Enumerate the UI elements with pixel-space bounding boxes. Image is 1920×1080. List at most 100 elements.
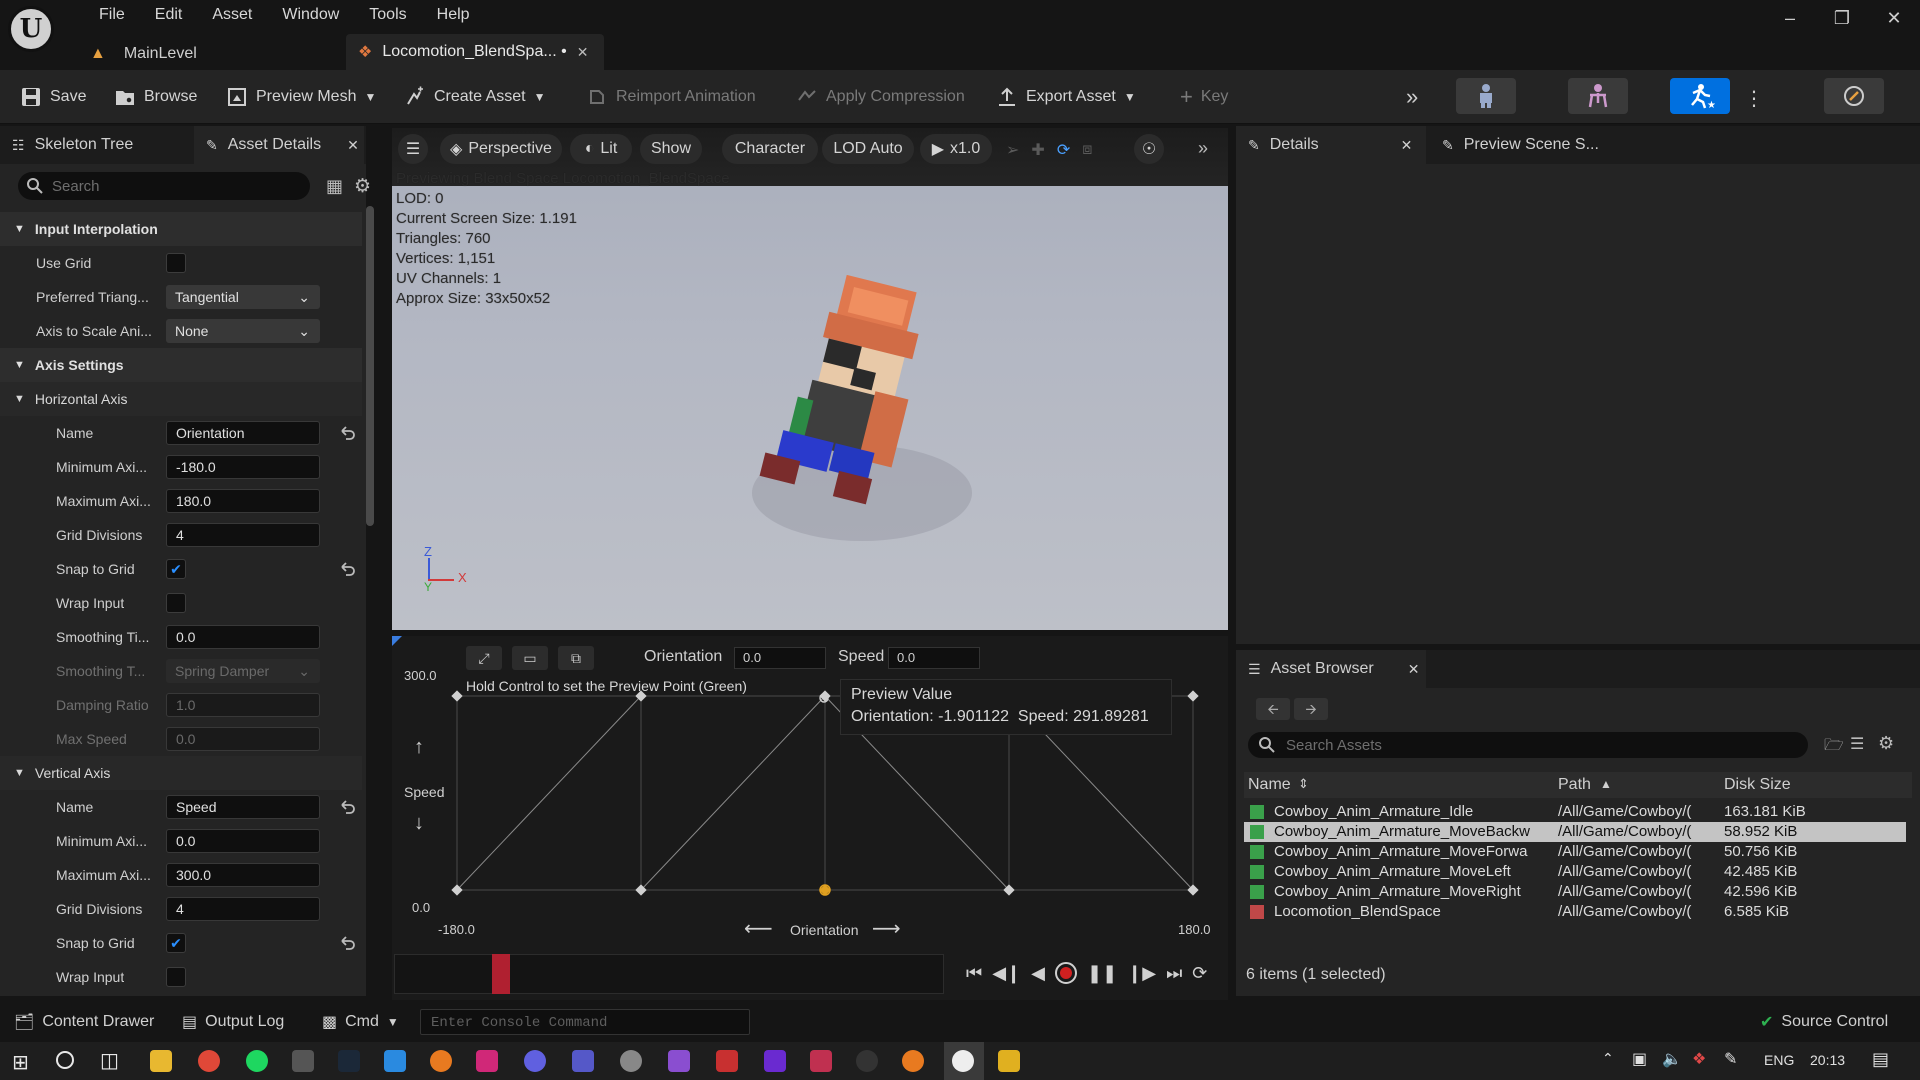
table-view-icon[interactable]: ▦ [326,176,343,197]
v-grid-input[interactable]: 4 [166,897,320,921]
asset-search-input[interactable]: Search Assets [1248,732,1808,758]
camera-button[interactable]: ☉ [1134,134,1164,164]
output-log-button[interactable]: ▤ Output Log [182,1012,284,1032]
search-taskbar-icon[interactable] [56,1051,74,1069]
reset-arrow-icon[interactable] [338,424,356,442]
h-smooth-type-dropdown[interactable]: Spring Damper ⌄ [166,659,320,683]
back-arrow-icon[interactable]: 🡨 [1256,698,1290,720]
unreal-logo-icon[interactable]: U [8,6,54,52]
reset-arrow-icon[interactable] [338,798,356,816]
reset-arrow-icon[interactable] [338,560,356,578]
lit-button[interactable]: ◐ Lit [570,134,632,164]
h-name-input[interactable]: Orientation [166,421,320,445]
group-vertical-axis[interactable]: ▼ Vertical Axis [0,756,362,790]
preferred-triangulation-dropdown[interactable]: Tangential ⌄ [166,285,320,309]
speed-input[interactable]: 0.0 [888,647,980,669]
menu-help[interactable]: Help [422,6,485,24]
folder-icon[interactable]: 🗁 [1824,734,1844,761]
export-asset-button[interactable]: Export Asset ▼ [996,70,1136,124]
blender-icon[interactable] [430,1050,452,1072]
h-smooth-time-input[interactable]: 0.0 [166,625,320,649]
spotify-icon[interactable] [246,1050,268,1072]
restore-button[interactable]: ❐ [1822,8,1862,32]
play-reverse-icon[interactable]: ◀ [1031,963,1045,984]
pen-icon[interactable]: ✎ [1724,1049,1737,1069]
v-snap-checkbox[interactable]: ✔ [166,933,186,953]
tab-asset-details[interactable]: ✎ Asset Details ✕ [194,126,364,164]
reimport-animation-button[interactable]: Reimport Animation [586,70,756,124]
network-icon[interactable]: ▣ [1632,1049,1647,1069]
show-button[interactable]: Show [640,134,702,164]
terminal-app-icon[interactable] [292,1050,314,1072]
app-icon[interactable] [716,1050,738,1072]
lod-auto-button[interactable]: LOD Auto [822,134,914,164]
tab-preview-scene[interactable]: ✎ Preview Scene S... [1430,126,1630,164]
steam-icon[interactable] [338,1050,360,1072]
tray-chevron-icon[interactable]: ⌃ [1602,1050,1614,1067]
app-icon[interactable] [856,1050,878,1072]
v-min-input[interactable]: 0.0 [166,829,320,853]
physics-mode-button[interactable] [1824,78,1884,114]
tab-asset-browser[interactable]: ☰ Asset Browser ✕ [1236,650,1426,688]
loop-icon[interactable]: ⟳ [1192,963,1207,984]
skeleton-mode-button[interactable] [1456,78,1516,114]
source-control-button[interactable]: ✔ Source Control [1760,1012,1888,1032]
filter-icon[interactable]: ☰ [1850,734,1864,754]
menu-tools[interactable]: Tools [354,6,421,24]
console-command-input[interactable]: Enter Console Command [420,1009,750,1035]
animation-mode-button[interactable]: ★ [1670,78,1730,114]
vscode-icon[interactable] [384,1050,406,1072]
h-damping-input[interactable]: 1.0 [166,693,320,717]
select-icon[interactable]: ➢ [1006,140,1019,160]
category-axis-settings[interactable]: ▼ Axis Settings [0,348,362,382]
scale-icon[interactable]: ⧈ [1082,141,1092,159]
minimize-button[interactable]: – [1770,8,1810,32]
windows-start-icon[interactable]: ⊞ [12,1050,29,1075]
table-row[interactable]: Cowboy_Anim_Armature_Idle/All/Game/Cowbo… [1244,802,1906,822]
save-button[interactable]: Save [20,70,86,124]
h-min-input[interactable]: -180.0 [166,455,320,479]
gear-icon[interactable]: ⚙ [354,175,371,198]
browse-button[interactable]: Browse [114,70,197,124]
dropbox-icon[interactable]: ❖ [1692,1049,1706,1069]
chrome-icon[interactable] [198,1050,220,1072]
close-tab-icon[interactable]: ✕ [577,44,589,61]
scrollbar[interactable] [366,206,374,526]
app-icon[interactable] [524,1050,546,1072]
gear-icon[interactable]: ⚙ [1878,733,1894,754]
app-icon[interactable] [810,1050,832,1072]
menu-window[interactable]: Window [267,6,354,24]
timeline-track[interactable] [394,954,944,994]
file-explorer-icon[interactable] [150,1050,172,1072]
perspective-button[interactable]: ◈ Perspective [440,134,562,164]
column-path[interactable]: Path [1558,776,1591,794]
apply-compression-button[interactable]: Apply Compression [796,70,965,124]
pause-icon[interactable]: ❚❚ [1087,963,1117,984]
language-indicator[interactable]: ENG [1764,1052,1794,1068]
forward-arrow-icon[interactable]: 🡪 [1294,698,1328,720]
blender-icon[interactable] [902,1050,924,1072]
table-row[interactable]: Cowboy_Anim_Armature_MoveForwa/All/Game/… [1244,842,1906,862]
orientation-input[interactable]: 0.0 [734,647,826,669]
character-button[interactable]: Character [722,134,818,164]
v-name-input[interactable]: Speed [166,795,320,819]
use-grid-checkbox[interactable] [166,253,186,273]
h-snap-checkbox[interactable]: ✔ [166,559,186,579]
rotate-icon[interactable]: ⟳ [1057,140,1070,160]
viewport-menu-button[interactable]: ☰ [398,134,428,164]
group-horizontal-axis[interactable]: ▼ Horizontal Axis [0,382,362,416]
unreal-engine-icon[interactable] [952,1050,974,1072]
triangulation-toggle-icon[interactable]: ⤢ [466,646,502,670]
task-view-icon[interactable]: ◫ [100,1048,119,1073]
menu-file[interactable]: File [84,6,140,24]
translate-icon[interactable]: ✚ [1031,140,1044,160]
reset-arrow-icon[interactable] [338,934,356,952]
preview-viewport[interactable]: ☰ ◈ Perspective ◐ Lit Show Character LOD A… [392,128,1228,630]
category-input-interpolation[interactable]: ▼ Input Interpolation [0,212,362,246]
search-input[interactable]: Search [18,172,310,200]
app-icon[interactable] [998,1050,1020,1072]
h-max-input[interactable]: 180.0 [166,489,320,513]
table-row[interactable]: Cowboy_Anim_Armature_MoveLeft/All/Game/C… [1244,862,1906,882]
step-back-icon[interactable]: ◀❙ [992,963,1021,984]
key-button[interactable]: + Key [1180,70,1228,124]
